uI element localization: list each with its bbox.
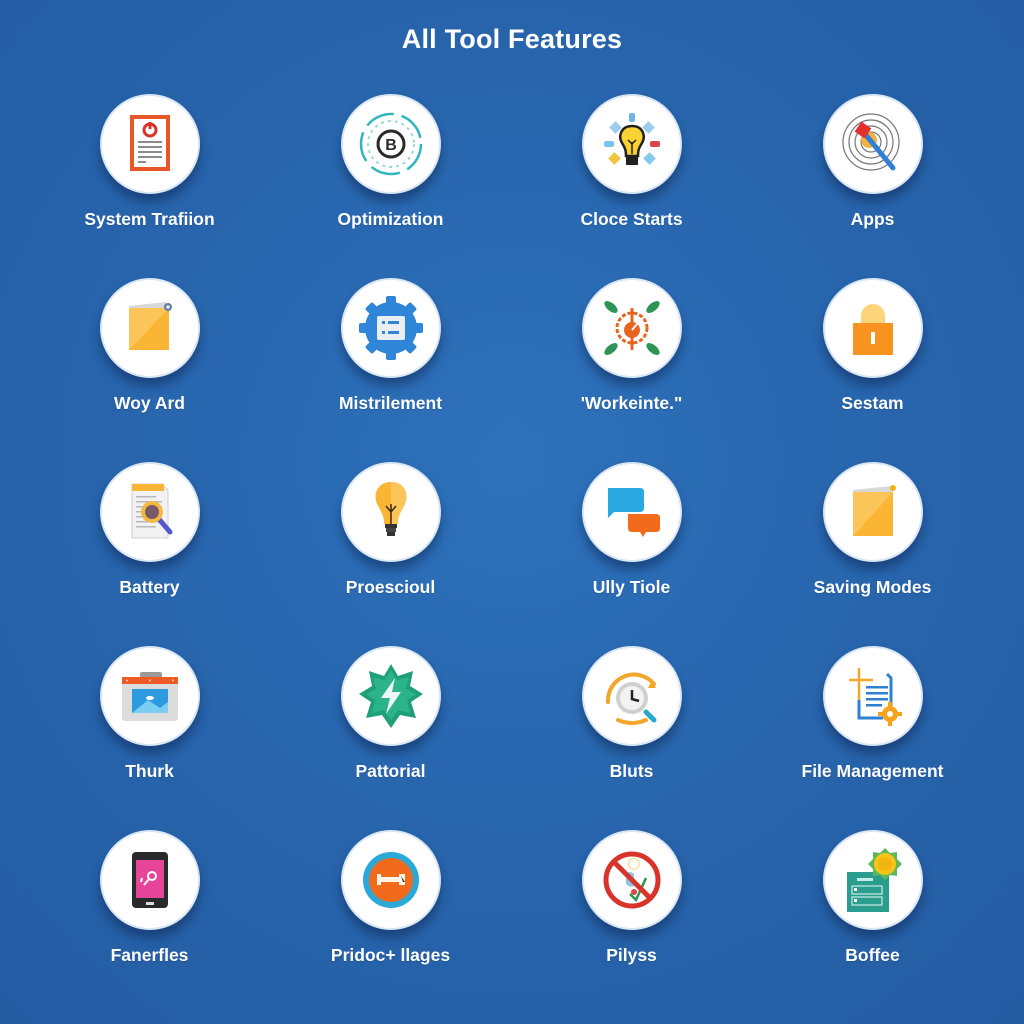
feature-tile[interactable]: Sestam — [752, 278, 993, 462]
feature-icon-circle[interactable] — [99, 462, 200, 562]
chat-bubbles-icon — [607, 488, 660, 537]
feature-label: Apps — [850, 209, 895, 229]
folder-icon — [852, 485, 896, 536]
feature-tile[interactable]: Cloce Starts — [511, 94, 752, 278]
feature-label: Woy Ard — [114, 393, 185, 413]
feature-tile[interactable]: 'Workeinte." — [511, 278, 752, 462]
feature-tile[interactable]: Thurk — [29, 646, 270, 830]
feature-icon-circle[interactable] — [99, 278, 200, 378]
feature-icon-circle[interactable] — [822, 94, 923, 194]
feature-tile[interactable]: File Management — [752, 646, 993, 830]
feature-icon-circle[interactable]: B — [340, 94, 441, 194]
feature-tile[interactable]: Boffee — [752, 830, 993, 1014]
target-dart-icon — [841, 113, 900, 171]
feature-label: Pilyss — [606, 945, 657, 965]
feature-icon-circle[interactable] — [822, 278, 923, 378]
feature-icon-circle[interactable] — [340, 462, 441, 562]
feature-label: Pattorial — [355, 761, 426, 781]
image-window-icon — [121, 672, 178, 721]
lightbulb-icon — [375, 482, 406, 536]
link-button-icon — [362, 852, 419, 908]
feature-tile[interactable]: Fanerfles — [29, 830, 270, 1014]
feature-icon-circle[interactable] — [581, 462, 682, 562]
feature-grid: System Trafiion B Optimization Cloce Sta… — [29, 94, 993, 1014]
feature-icon-circle[interactable] — [340, 278, 441, 378]
feature-label: Cloce Starts — [580, 209, 683, 229]
feature-icon-circle[interactable] — [581, 646, 682, 746]
lock-icon — [852, 304, 893, 355]
document-power-icon — [129, 115, 170, 171]
document-search-icon — [131, 483, 172, 539]
clock-search-icon — [605, 672, 656, 725]
feature-tile[interactable]: Woy Ard — [29, 278, 270, 462]
feature-icon-circle[interactable] — [581, 94, 682, 194]
feature-label: Saving Modes — [813, 577, 932, 597]
feature-icon-circle[interactable] — [99, 646, 200, 746]
feature-label: System Trafiion — [84, 209, 215, 229]
feature-label: 'Workeinte." — [580, 393, 683, 413]
feature-tile[interactable]: Saving Modes — [752, 462, 993, 646]
feature-label: Boffee — [845, 945, 900, 965]
feature-icon-circle[interactable] — [581, 830, 682, 930]
feature-tile[interactable]: B Optimization — [270, 94, 511, 278]
feature-label: Mistrilement — [338, 393, 443, 413]
feature-tile[interactable]: Battery — [29, 462, 270, 646]
gear-settings-icon — [358, 296, 423, 360]
feature-icon-circle[interactable] — [822, 646, 923, 746]
feature-label: Bluts — [609, 761, 654, 781]
feature-label: Pridoc+ llages — [330, 945, 451, 965]
feature-tile[interactable]: Proescioul — [270, 462, 511, 646]
feature-icon-circle[interactable] — [340, 646, 441, 746]
page-title: All Tool Features — [401, 24, 623, 54]
panel-gear-icon — [846, 848, 902, 912]
file-gear-icon — [848, 668, 902, 726]
lightbulb-idea-icon — [603, 113, 660, 165]
prohibited-icon — [603, 851, 660, 909]
feature-icon-circle[interactable] — [581, 278, 682, 378]
feature-label: Sestam — [841, 393, 904, 413]
feature-tile[interactable]: Pattorial — [270, 646, 511, 830]
feature-tile[interactable]: Pilyss — [511, 830, 752, 1014]
tablet-icon — [131, 852, 168, 908]
feature-tile[interactable]: Pridoc+ llages — [270, 830, 511, 1014]
feature-label: File Management — [801, 761, 944, 781]
feature-label: Proescioul — [345, 577, 436, 597]
feature-label: Fanerfles — [110, 945, 189, 965]
feature-label: Thurk — [125, 761, 174, 781]
feature-tile[interactable]: Ully Tiole — [511, 462, 752, 646]
folder-icon — [128, 302, 172, 350]
feature-icon-circle[interactable] — [99, 94, 200, 194]
feature-icon-circle[interactable] — [822, 830, 923, 930]
feature-tile[interactable]: Mistrilement — [270, 278, 511, 462]
feature-tile[interactable]: Bluts — [511, 646, 752, 830]
power-leaf-icon — [603, 301, 660, 355]
feature-tile[interactable]: System Trafiion — [29, 94, 270, 278]
feature-icon-circle[interactable] — [340, 830, 441, 930]
bitcoin-ring-icon: B — [359, 112, 422, 176]
feature-icon-circle[interactable] — [822, 462, 923, 562]
feature-label: Ully Tiole — [592, 577, 671, 597]
feature-label: Optimization — [337, 209, 444, 229]
feature-icon-circle[interactable] — [99, 830, 200, 930]
svg-text:B: B — [385, 137, 397, 154]
feature-label: Battery — [119, 577, 180, 597]
lightning-badge-icon — [358, 664, 423, 728]
feature-tile[interactable]: Apps — [752, 94, 993, 278]
